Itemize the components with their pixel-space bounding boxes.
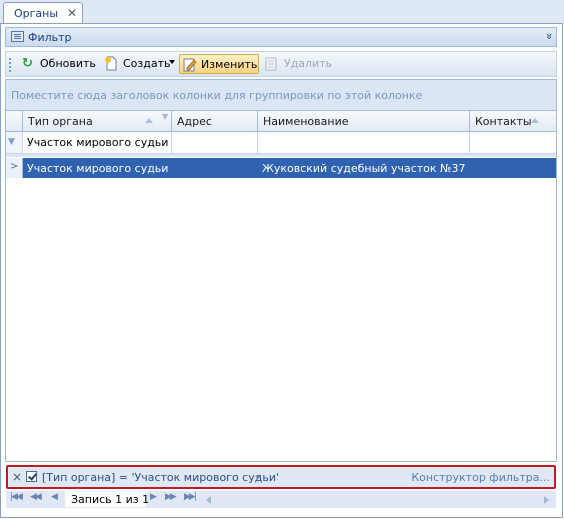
close-icon[interactable]: ✕ (67, 6, 77, 20)
table-row[interactable]: > Участок мирового судьи Жуковский судеб… (6, 158, 556, 178)
tab-organs[interactable]: Органы ✕ (3, 2, 83, 24)
column-header-contacts[interactable]: Контакты (470, 111, 556, 131)
cell-value: Участок мирового судьи (27, 162, 169, 175)
auto-filter-indicator: ▼ (6, 132, 23, 153)
column-header-name[interactable]: Наименование (258, 111, 470, 131)
tab-strip: Органы ✕ (0, 0, 564, 24)
edit-button[interactable]: Изменить (179, 54, 259, 74)
toolbar: ↻ Обновить Создать Изменить Удалить (5, 51, 557, 77)
filter-panel-header[interactable]: Фильтр » (5, 27, 557, 47)
filter-row-separator (6, 154, 556, 157)
filter-panel-icon (11, 31, 24, 42)
edit-label: Изменить (201, 58, 258, 71)
column-header-address[interactable]: Адрес (172, 111, 258, 131)
filter-expression[interactable]: [Тип органа] = 'Участок мирового судьи' (42, 471, 279, 484)
auto-filter-cell-contacts[interactable] (470, 132, 556, 153)
group-panel-hint: Поместите сюда заголовок колонки для гру… (11, 89, 423, 102)
create-dropdown-arrow[interactable] (169, 60, 175, 64)
last-record-icon[interactable]: ▶▶| (184, 492, 197, 502)
auto-filter-cell-type[interactable]: Участок мирового судьи (23, 132, 172, 153)
create-label: Создать (123, 57, 171, 70)
refresh-icon: ↻ (22, 56, 33, 71)
refresh-label: Обновить (40, 57, 96, 70)
edit-icon (182, 57, 197, 72)
column-header-label: Наименование (263, 115, 349, 128)
cell-value: Жуковский судебный участок №37 (262, 162, 466, 175)
scroll-right-icon[interactable] (544, 496, 549, 504)
next-page-icon[interactable]: ▶▶ (165, 492, 177, 502)
active-filter-panel: × [Тип органа] = 'Участок мирового судьи… (6, 465, 556, 489)
create-button[interactable]: Создать (101, 54, 177, 74)
sort-ascending-icon (531, 118, 539, 123)
cell-type[interactable]: Участок мирового судьи (23, 158, 172, 178)
delete-label: Удалить (284, 57, 333, 70)
toolbar-grip[interactable] (9, 58, 13, 72)
sort-ascending-icon (145, 118, 153, 123)
auto-filter-row: ▼ Участок мирового судьи (6, 132, 556, 154)
delete-icon (263, 56, 278, 71)
first-record-icon[interactable]: |◀◀ (10, 492, 23, 502)
auto-filter-value: Участок мирового судьи (27, 136, 169, 149)
next-record-icon[interactable]: ▶ (150, 492, 157, 502)
row-indicator-header (6, 111, 23, 131)
column-header-label: Адрес (177, 115, 212, 128)
scroll-left-icon[interactable] (206, 496, 211, 504)
column-header-label: Тип органа (28, 115, 93, 128)
tab-label: Органы (14, 7, 59, 20)
record-counter: Запись 1 из 1 (65, 491, 150, 507)
chevron-down-icon[interactable]: » (543, 33, 556, 38)
column-header-label: Контакты (475, 115, 532, 128)
chevron-right-icon: > (10, 161, 19, 172)
column-header-type[interactable]: Тип органа ▼ (23, 111, 172, 131)
column-header-row: Тип органа ▼ Адрес Наименование Контакты (6, 111, 556, 132)
new-document-icon (103, 56, 118, 71)
cell-name[interactable]: Жуковский судебный участок №37 (258, 158, 470, 178)
row-indicator[interactable]: > (6, 158, 23, 178)
filter-icon[interactable]: ▼ (162, 112, 168, 121)
auto-filter-cell-address[interactable] (172, 132, 258, 153)
prev-record-icon[interactable]: ◀ (51, 492, 58, 502)
record-counter-label: Запись 1 из 1 (71, 493, 150, 506)
cell-address[interactable] (172, 158, 258, 178)
refresh-button[interactable]: ↻ Обновить (18, 54, 98, 74)
clear-filter-icon[interactable]: × (12, 470, 22, 484)
filter-enabled-checkbox[interactable] (26, 471, 37, 482)
delete-button[interactable]: Удалить (261, 54, 333, 74)
funnel-icon: ▼ (8, 137, 15, 147)
prev-page-icon[interactable]: ◀◀ (30, 492, 42, 502)
filter-history-dropdown[interactable] (255, 476, 261, 479)
cell-contacts[interactable] (470, 158, 556, 178)
auto-filter-cell-name[interactable] (258, 132, 470, 153)
data-navigator: |◀◀ ◀◀ ◀ Запись 1 из 1 ▶ ▶▶ ▶▶| (6, 491, 556, 508)
filter-panel-label: Фильтр (28, 31, 72, 44)
data-grid: Поместите сюда заголовок колонки для гру… (5, 79, 557, 462)
filter-builder-link[interactable]: Конструктор фильтра... (411, 471, 550, 484)
group-panel[interactable]: Поместите сюда заголовок колонки для гру… (6, 80, 556, 111)
